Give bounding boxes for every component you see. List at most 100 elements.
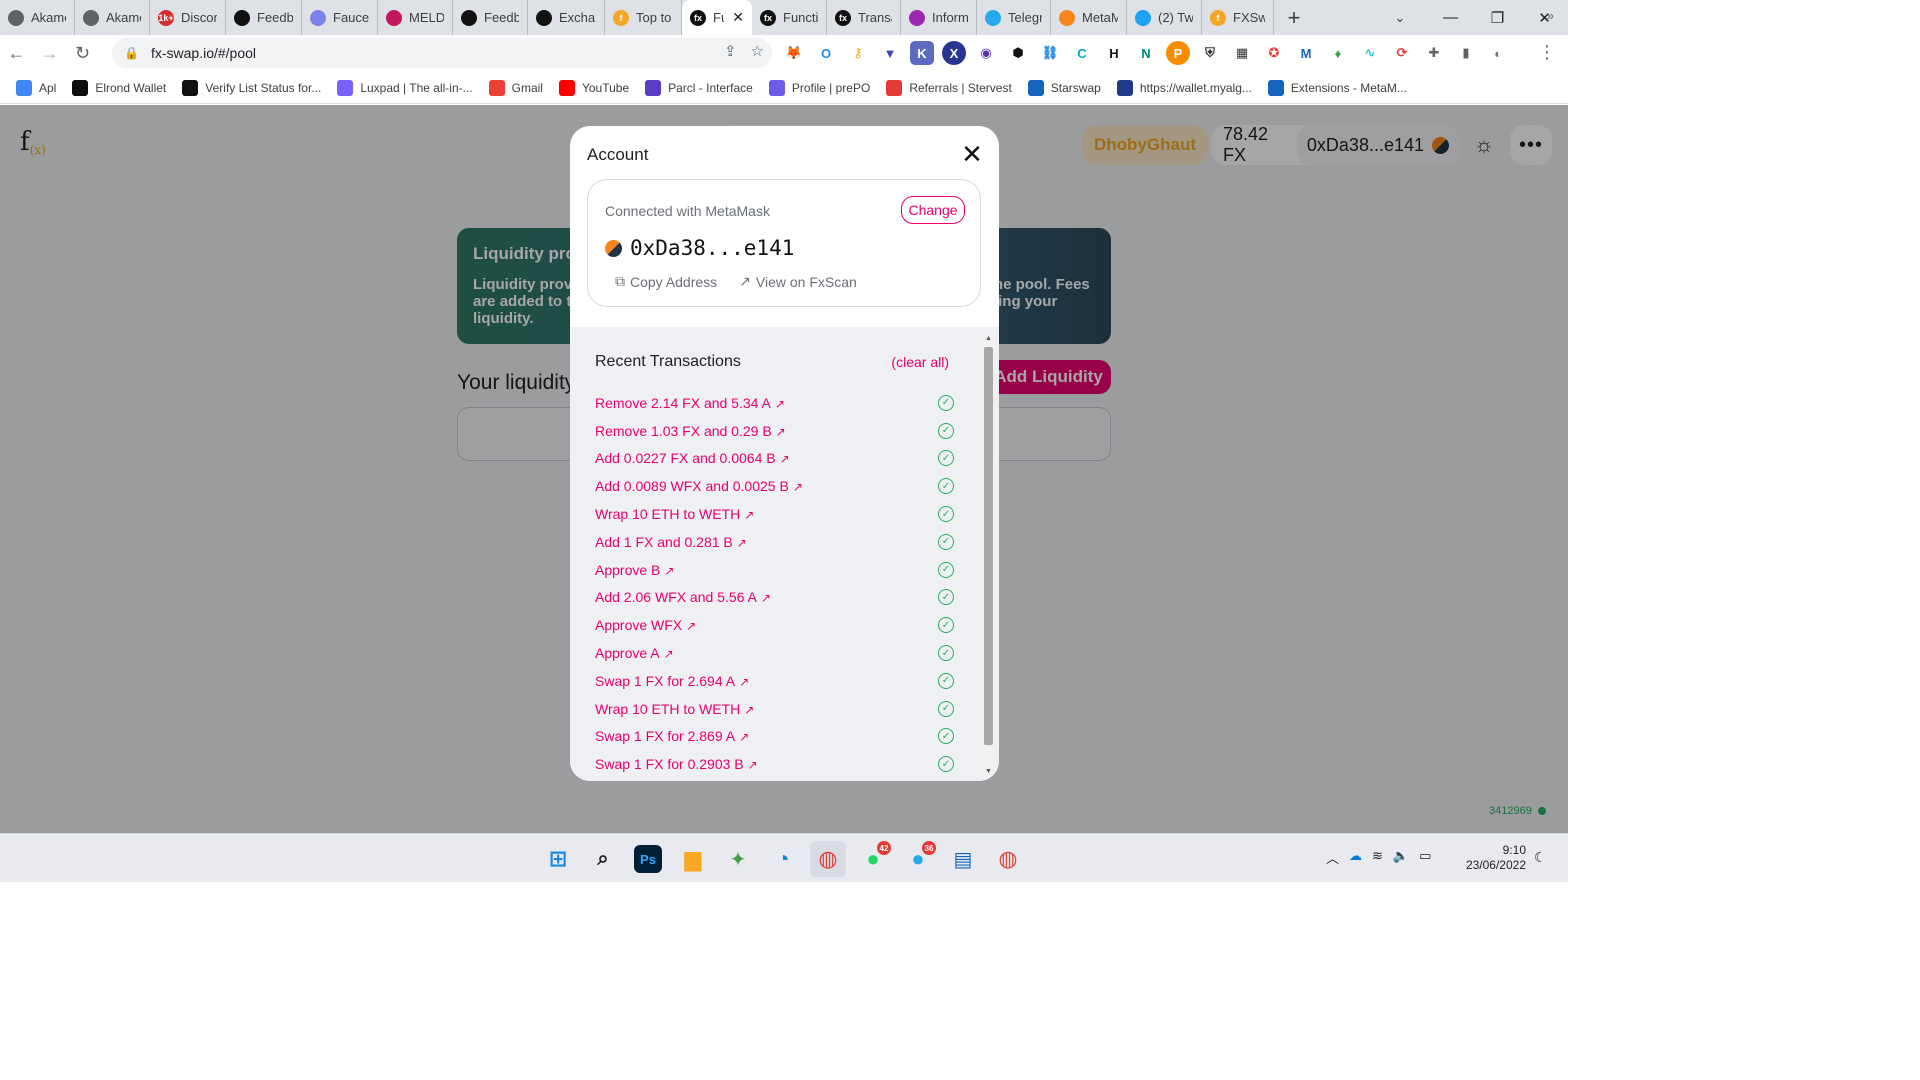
transactions-scrollbar[interactable]: ▲ ▼ <box>982 335 995 775</box>
wolf-extension-icon[interactable]: ▼ <box>878 41 902 65</box>
transaction-row[interactable]: Remove 2.14 FX and 5.34 A ↗ ✓ <box>595 389 957 417</box>
transaction-link[interactable]: Wrap 10 ETH to WETH ↗ <box>595 506 754 522</box>
transaction-link[interactable]: Remove 1.03 FX and 0.29 B ↗ <box>595 423 786 439</box>
metamask-extension-icon[interactable]: 🦊 <box>782 41 806 65</box>
red-extension-icon[interactable]: ⟳ <box>1390 41 1414 65</box>
share-icon[interactable]: ⇪ <box>724 42 737 60</box>
wifi-icon[interactable]: ≋ <box>1372 848 1383 867</box>
bookmark-item[interactable]: Parcl - Interface <box>645 79 753 96</box>
c-extension-icon[interactable]: C <box>1070 41 1094 65</box>
badge-extension-icon[interactable]: ✪ <box>1262 41 1286 65</box>
bookmark-item[interactable]: YouTube <box>558 79 629 96</box>
chevron-up-icon[interactable]: ︿ <box>1326 848 1339 867</box>
puzzle-icon[interactable]: ✚ <box>1422 41 1446 65</box>
transaction-row[interactable]: Approve B ↗ ✓ <box>595 556 957 584</box>
transaction-link[interactable]: Approve A ↗ <box>595 645 674 661</box>
circle-extension-icon[interactable]: ◉ <box>974 41 998 65</box>
bookmark-item[interactable]: Referrals | Stervest <box>886 79 1012 96</box>
reload-icon[interactable]: ↻ <box>66 37 99 70</box>
transaction-row[interactable]: Approve A ↗ ✓ <box>595 639 957 667</box>
browser-tab[interactable]: fx Functi <box>752 0 827 35</box>
transaction-link[interactable]: Swap 1 FX for 2.869 A ↗ <box>595 728 749 744</box>
browser-tab[interactable]: Akamo <box>0 0 75 35</box>
cube-extension-icon[interactable]: ⬢ <box>1006 41 1030 65</box>
bookmark-item[interactable]: Starswap <box>1027 79 1101 96</box>
telegram-icon[interactable]: ● 36 <box>900 841 936 877</box>
key-extension-icon[interactable]: ⚷ <box>846 41 870 65</box>
bookmark-item[interactable]: Verify List Status for... <box>182 79 321 96</box>
tab-search-chevron-icon[interactable]: ⌄ <box>1380 0 1420 35</box>
bookmark-item[interactable]: https://wallet.myalg... <box>1116 79 1252 96</box>
p-extension-icon[interactable]: P <box>1166 41 1190 65</box>
transaction-row[interactable]: Add 0.0089 WFX and 0.0025 B ↗ ✓ <box>595 472 957 500</box>
copy-address-link[interactable]: ⧉ Copy Address <box>615 273 717 290</box>
browser-tab[interactable]: Akamo <box>75 0 150 35</box>
browser-tab[interactable]: f FXSwa <box>1202 0 1274 35</box>
bookmark-item[interactable]: Luxpad | The all-in-... <box>337 79 473 96</box>
transaction-link[interactable]: Add 2.06 WFX and 5.56 A ↗ <box>595 589 771 605</box>
bookmark-item[interactable]: Elrond Wallet <box>72 79 166 96</box>
x-extension-icon[interactable]: X <box>942 41 966 65</box>
transaction-row[interactable]: Swap 1 FX for 2.869 A ↗ ✓ <box>595 723 957 751</box>
browser-menu-icon[interactable]: ⋮ <box>1538 42 1556 63</box>
browser-tab[interactable]: MetaM <box>1051 0 1127 35</box>
transaction-link[interactable]: Add 1 FX and 0.281 B ↗ <box>595 534 747 550</box>
qr-extension-icon[interactable]: ▦ <box>1230 41 1254 65</box>
browser-tab[interactable]: fx Transa <box>827 0 901 35</box>
system-clock[interactable]: 9:10 23/06/2022 <box>1452 843 1526 873</box>
h-extension-icon[interactable]: H <box>1102 41 1126 65</box>
notepad-icon[interactable]: ▤ <box>945 841 981 877</box>
n-extension-icon[interactable]: N <box>1134 41 1158 65</box>
browser-tab[interactable]: f Top to <box>605 0 682 35</box>
transaction-row[interactable]: Approve WFX ↗ ✓ <box>595 611 957 639</box>
transaction-row[interactable]: Swap 1 FX for 2.694 A ↗ ✓ <box>595 667 957 695</box>
transaction-link[interactable]: Swap 1 FX for 2.694 A ↗ <box>595 673 749 689</box>
whatsapp-icon[interactable]: ● 42 <box>855 841 891 877</box>
browser-tab[interactable]: Telegr <box>977 0 1051 35</box>
sidepanel-icon[interactable]: ▮ <box>1454 41 1478 65</box>
focus-moon-icon[interactable]: ☾ <box>1534 849 1547 866</box>
browser-tab[interactable]: Feedb <box>226 0 302 35</box>
edge-browser-icon[interactable]: ◔ <box>765 841 801 877</box>
sheets-app-icon[interactable]: ✦ <box>720 841 756 877</box>
restore-icon[interactable]: ❐ <box>1474 0 1521 35</box>
transaction-row[interactable]: Wrap 10 ETH to WETH ↗ ✓ <box>595 695 957 723</box>
transaction-link[interactable]: Approve WFX ↗ <box>595 617 696 633</box>
opera-extension-icon[interactable]: O <box>814 41 838 65</box>
forward-icon[interactable]: → <box>33 37 66 70</box>
browser-tab[interactable]: Faucet <box>302 0 378 35</box>
green-extension-icon[interactable]: ♦ <box>1326 41 1350 65</box>
transaction-row[interactable]: Wrap 10 ETH to WETH ↗ ✓ <box>595 500 957 528</box>
transaction-link[interactable]: Approve B ↗ <box>595 562 674 578</box>
browser-tab[interactable]: Feedb <box>453 0 528 35</box>
change-wallet-button[interactable]: Change <box>901 196 965 224</box>
transaction-link[interactable]: Swap 1 FX for 0.2903 B ↗ <box>595 756 758 772</box>
transaction-link[interactable]: Add 0.0089 WFX and 0.0025 B ↗ <box>595 478 803 494</box>
browser-tab[interactable]: 1k+ Discor <box>150 0 226 35</box>
tab-close-icon[interactable]: ✕ <box>732 9 744 26</box>
browser-tab[interactable]: Exchar <box>528 0 605 35</box>
scrollbar-thumb[interactable] <box>984 347 993 745</box>
bookmark-star-icon[interactable]: ☆ <box>751 42 764 60</box>
swirl-extension-icon[interactable]: ∿ <box>1358 41 1382 65</box>
scroll-down-icon[interactable]: ▼ <box>982 768 995 775</box>
volume-icon[interactable]: 🔈 <box>1393 848 1409 867</box>
bookmark-item[interactable]: Extensions - MetaM... <box>1267 79 1407 96</box>
chrome-profile-icon[interactable]: ◍ <box>990 841 1026 877</box>
keplr-extension-icon[interactable]: K <box>910 41 934 65</box>
transaction-row[interactable]: Remove 1.03 FX and 0.29 B ↗ ✓ <box>595 417 957 445</box>
onedrive-icon[interactable]: ☁ <box>1349 848 1362 867</box>
search-icon[interactable]: ⌕ <box>585 841 621 877</box>
close-window-icon[interactable]: ✕ <box>1521 0 1568 35</box>
profile-avatar-icon[interactable]: ◐ <box>1486 41 1510 65</box>
browser-tab[interactable]: Inform <box>901 0 977 35</box>
clear-all-link[interactable]: (clear all) <box>891 354 949 370</box>
photoshop-icon[interactable]: Ps <box>634 845 662 873</box>
bookmarks-more-icon[interactable]: » <box>1547 8 1554 23</box>
link-extension-icon[interactable]: ⛓ <box>1038 41 1062 65</box>
windows-start-icon[interactable]: ⊞ <box>540 841 576 877</box>
transaction-link[interactable]: Add 0.0227 FX and 0.0064 B ↗ <box>595 450 790 466</box>
shield-extension-icon[interactable]: ⛨ <box>1198 41 1222 65</box>
view-on-explorer-link[interactable]: ↗ View on FxScan <box>739 273 857 290</box>
minimize-icon[interactable]: — <box>1427 0 1474 35</box>
